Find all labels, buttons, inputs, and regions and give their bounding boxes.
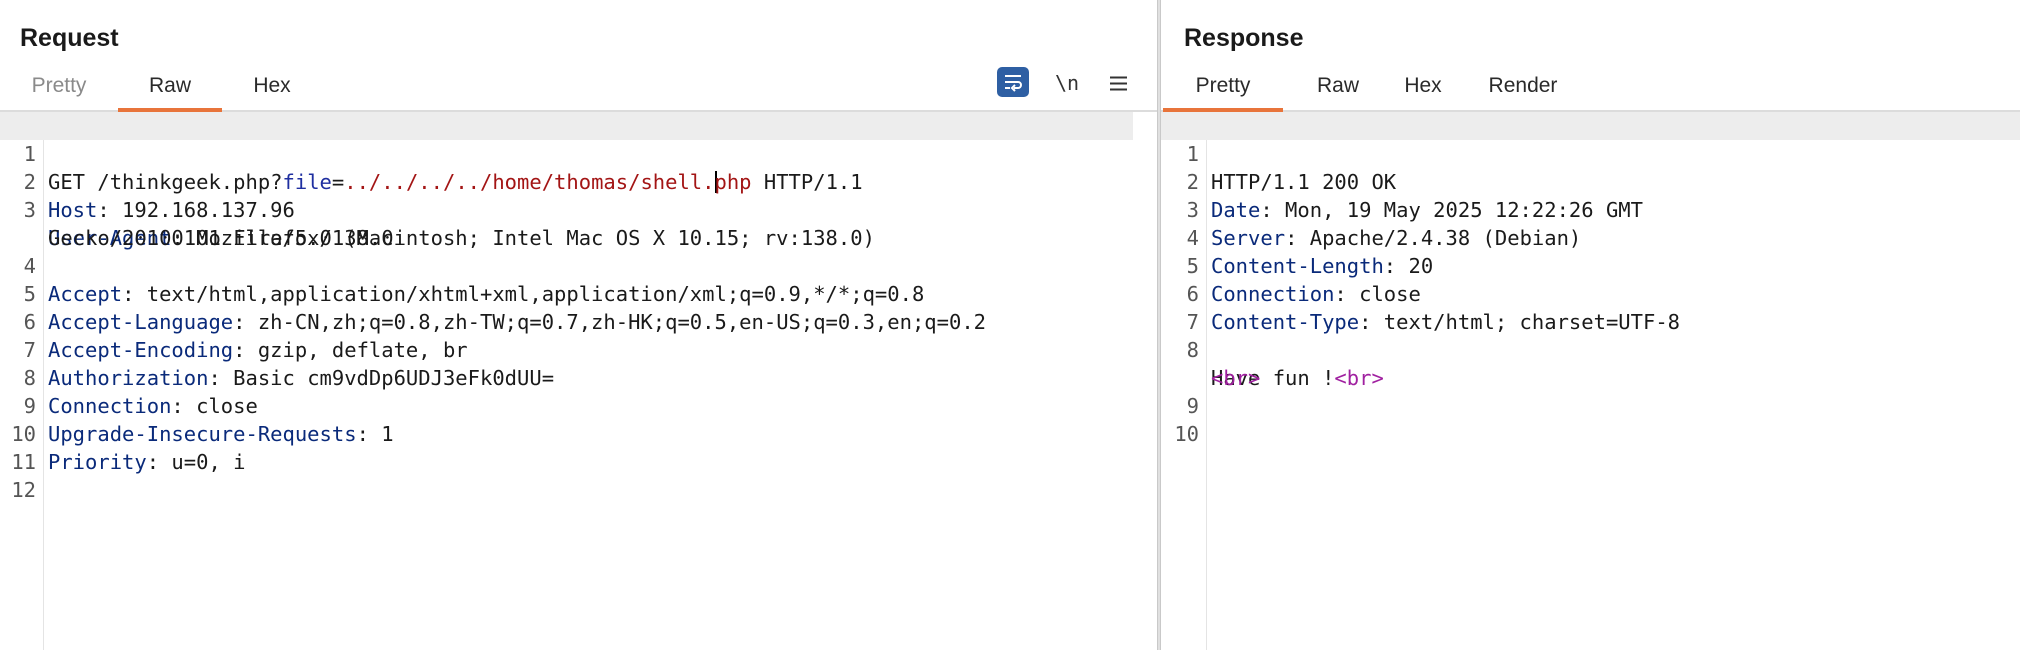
request-header-line[interactable]: 9 Upgrade-Insecure-Requests: 1 [0, 364, 1157, 446]
request-header-line[interactable]: 7 Authorization: Basic cm9vdDp6UDJ3eFk0d… [0, 308, 1157, 390]
response-body-line[interactable]: 8 Have fun !<br> [1161, 308, 2020, 390]
response-empty-line[interactable]: 7 [1161, 280, 2020, 334]
response-title: Response [1184, 24, 1304, 52]
line-number: 10 [1174, 422, 1199, 446]
response-pane: Response Pretty Raw Hex Render 1 HTTP/1.… [1161, 0, 2020, 650]
response-header-line[interactable]: 6 Content-Type: text/html; charset=UTF-8 [1161, 252, 2020, 334]
request-title: Request [20, 24, 119, 52]
wrap-lines-icon [1005, 75, 1022, 92]
request-tab-hex[interactable]: Hex [242, 68, 302, 108]
request-header-line[interactable]: 6 Accept-Encoding: gzip, deflate, br [0, 280, 1157, 362]
response-status-line[interactable]: 1 HTTP/1.1 200 OK [1161, 112, 2020, 194]
request-tab-pretty[interactable]: Pretty [20, 68, 98, 108]
response-empty-line[interactable]: 10 [1161, 392, 2020, 446]
response-header-line[interactable]: 2 Date: Mon, 19 May 2025 12:22:26 GMT [1161, 140, 2020, 222]
response-tab-raw[interactable]: Raw [1303, 68, 1373, 108]
request-editor[interactable]: 1 GET /thinkgeek.php?file=../../../../ho… [0, 112, 1157, 650]
request-header-line[interactable]: 8 Connection: close [0, 336, 1157, 418]
request-pane: Request Pretty Raw Hex \n 1 GET /thinkge… [0, 0, 1157, 650]
response-tab-render[interactable]: Render [1473, 68, 1573, 108]
request-tab-raw[interactable]: Raw [118, 68, 222, 112]
request-line-1[interactable]: 1 GET /thinkgeek.php?file=../../../../ho… [0, 112, 1133, 194]
response-editor[interactable]: 1 HTTP/1.1 200 OK 2 Date: Mon, 19 May 20… [1161, 112, 2020, 650]
wrap-lines-button[interactable] [997, 67, 1029, 97]
response-tab-pretty[interactable]: Pretty [1163, 68, 1283, 112]
response-header-line[interactable]: 4 Content-Length: 20 [1161, 196, 2020, 278]
request-empty-line[interactable]: 11 [0, 420, 1157, 474]
response-tab-hex[interactable]: Hex [1393, 68, 1453, 108]
hamburger-menu-icon [1110, 76, 1127, 91]
show-newlines-button[interactable]: \n [1052, 68, 1082, 98]
request-code: 1 GET /thinkgeek.php?file=../../../../ho… [0, 112, 1157, 502]
http-message-viewer: Request Pretty Raw Hex \n 1 GET /thinkge… [0, 0, 2020, 650]
line-number: 12 [11, 478, 36, 502]
request-header-line[interactable]: 10 Priority: u=0, i [0, 392, 1157, 474]
request-header-continuation[interactable]: Gecko/20100101 Firefox/138.0 [0, 196, 1157, 250]
request-header-line[interactable]: 2 Host: 192.168.137.96 [0, 140, 1157, 222]
request-tabs: Pretty Raw Hex [0, 68, 1157, 112]
request-header-line[interactable]: 3 User-Agent: Mozilla/5.0 (Macintosh; In… [0, 168, 1157, 250]
response-code: 1 HTTP/1.1 200 OK 2 Date: Mon, 19 May 20… [1161, 112, 2020, 446]
request-header-line[interactable]: 5 Accept-Language: zh-CN,zh;q=0.8,zh-TW;… [0, 252, 1157, 334]
response-empty-line[interactable]: 9 [1161, 364, 2020, 418]
request-empty-line[interactable]: 12 [0, 448, 1157, 502]
response-tabs: Pretty Raw Hex Render [1161, 68, 2020, 112]
response-header-line[interactable]: 5 Connection: close [1161, 224, 2020, 306]
response-header-line[interactable]: 3 Server: Apache/2.4.38 (Debian) [1161, 168, 2020, 250]
response-body-continuation[interactable]: <br> [1161, 336, 2020, 390]
options-menu-button[interactable] [1104, 68, 1132, 98]
request-header-line[interactable]: 4 Accept: text/html,application/xhtml+xm… [0, 224, 1157, 306]
